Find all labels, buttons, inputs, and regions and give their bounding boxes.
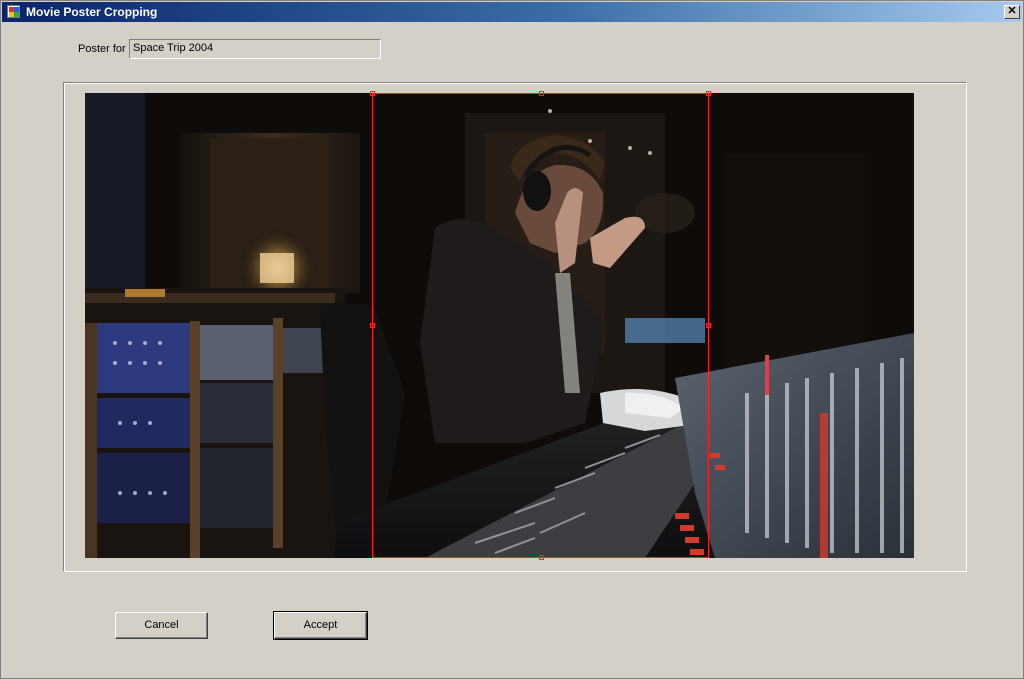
close-icon[interactable]: ✕: [1004, 5, 1020, 19]
movie-poster-cropping-window: Movie Poster Cropping ✕ Poster for : Spa…: [0, 0, 1024, 679]
crop-rectangle[interactable]: [370, 91, 711, 560]
title-bar[interactable]: Movie Poster Cropping ✕: [2, 2, 1022, 22]
crop-handle-top-left[interactable]: [370, 91, 375, 96]
crop-handle-middle-right[interactable]: [706, 323, 711, 328]
crop-handle-top-middle[interactable]: [539, 91, 544, 96]
accept-button[interactable]: Accept: [273, 611, 368, 640]
cancel-button[interactable]: Cancel: [115, 612, 208, 639]
crop-handle-middle-left[interactable]: [370, 323, 375, 328]
crop-handle-top-right[interactable]: [706, 91, 711, 96]
poster-title-field[interactable]: Space Trip 2004: [129, 39, 381, 59]
crop-handle-bottom-middle[interactable]: [539, 555, 544, 560]
poster-for-label: Poster for :: [78, 43, 132, 55]
window-title: Movie Poster Cropping: [26, 5, 158, 19]
app-icon: [7, 5, 20, 18]
